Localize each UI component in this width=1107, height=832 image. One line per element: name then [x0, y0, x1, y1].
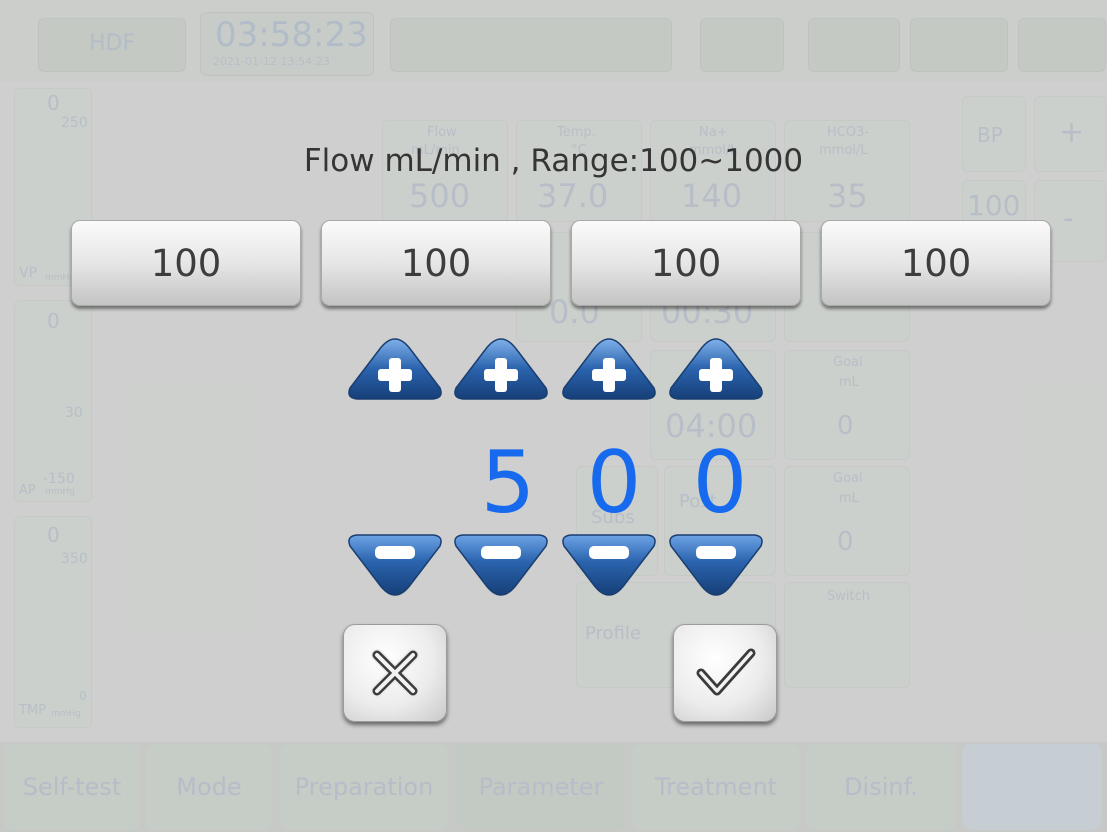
decrement-hundreds-button[interactable] — [345, 532, 445, 598]
quick-value-button-4[interactable]: 100 — [821, 220, 1051, 306]
increment-extra-button[interactable] — [666, 336, 766, 402]
minus-icon — [696, 546, 736, 559]
decrement-ones-button[interactable] — [559, 532, 659, 598]
confirm-button[interactable] — [673, 624, 777, 722]
quick-value-button-3[interactable]: 100 — [571, 220, 801, 306]
minus-icon — [375, 546, 415, 559]
quick-value-button-1[interactable]: 100 — [71, 220, 301, 306]
quick-value-button-2[interactable]: 100 — [321, 220, 551, 306]
minus-icon — [589, 546, 629, 559]
dialog-title: Flow mL/min , Range:100~1000 — [303, 143, 804, 179]
decrement-tens-button[interactable] — [451, 532, 551, 598]
cancel-button[interactable] — [343, 624, 447, 722]
check-icon — [696, 648, 756, 696]
increment-tens-button[interactable] — [451, 336, 551, 402]
close-icon — [371, 649, 419, 697]
decrement-extra-button[interactable] — [666, 532, 766, 598]
minus-icon — [481, 546, 521, 559]
numeric-input-dialog: Flow mL/min , Range:100~1000 100 100 100… — [0, 0, 1107, 832]
increment-ones-button[interactable] — [559, 336, 659, 402]
increment-hundreds-button[interactable] — [345, 336, 445, 402]
